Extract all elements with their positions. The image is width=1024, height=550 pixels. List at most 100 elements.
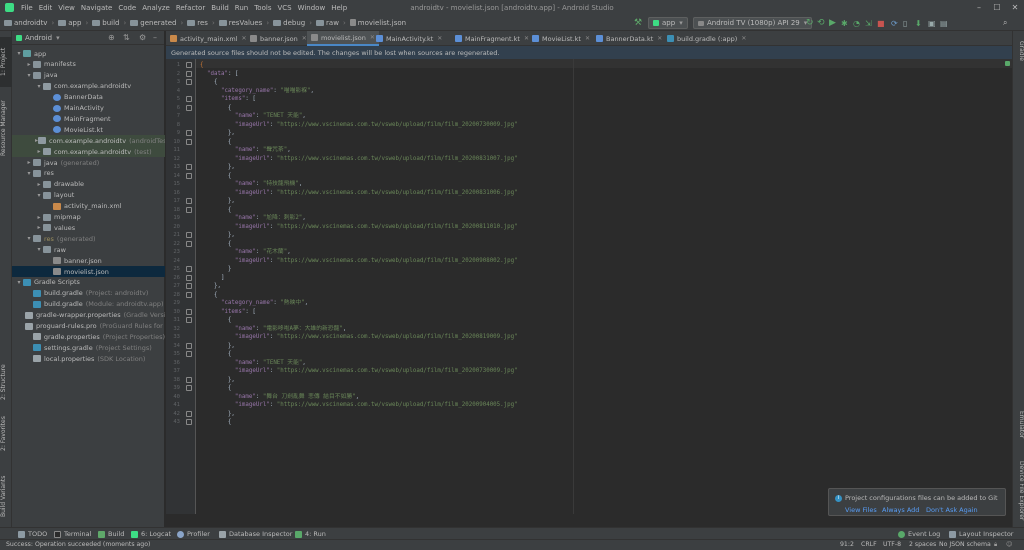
chevron-down-icon[interactable]: ▾	[35, 83, 43, 90]
file-encoding[interactable]: UTF-8	[883, 541, 901, 548]
fold-marker-icon[interactable]	[186, 138, 192, 145]
breadcrumb-item[interactable]: debug	[273, 19, 305, 27]
run-icon[interactable]: ▶	[829, 17, 836, 29]
tree-item[interactable]: ▸ drawable	[12, 179, 165, 190]
code-editor[interactable]: { "data": [ { "category_name": "喵喵影褓", "…	[196, 59, 1012, 514]
menu-build[interactable]: Build	[208, 4, 232, 12]
status-message[interactable]: Success: Operation succeeded (moments ag…	[6, 541, 150, 548]
breadcrumb-item[interactable]: androidtv	[4, 19, 47, 27]
profile-icon[interactable]: ◔	[853, 17, 860, 29]
emulator-tool-button[interactable]: Emulator	[1013, 411, 1024, 456]
chevron-down-icon[interactable]: ▾	[25, 235, 33, 242]
sync-gradle-icon[interactable]: ⟳	[891, 17, 898, 29]
fold-marker-icon[interactable]	[186, 70, 192, 77]
fold-marker-icon[interactable]	[186, 342, 192, 349]
fold-marker-icon[interactable]	[186, 198, 192, 204]
inspection-ok-icon[interactable]	[1005, 61, 1010, 66]
breadcrumb-item[interactable]: app	[58, 19, 81, 27]
tree-item[interactable]: ▾ app	[12, 48, 165, 59]
fold-marker-icon[interactable]	[186, 79, 192, 85]
chevron-down-icon[interactable]: ▾	[25, 72, 33, 79]
chevron-right-icon[interactable]: ▸	[35, 224, 43, 231]
tree-item[interactable]: BannerData	[12, 92, 165, 103]
resource-manager-tool-button[interactable]: Resource Manager	[0, 91, 12, 166]
breadcrumb-item[interactable]: build	[92, 19, 119, 27]
close-window-icon[interactable]: ✕	[1006, 0, 1024, 15]
fold-marker-icon[interactable]	[186, 240, 192, 247]
breadcrumb-item[interactable]: raw	[316, 19, 339, 27]
menu-analyze[interactable]: Analyze	[139, 4, 173, 12]
fold-marker-icon[interactable]	[186, 232, 192, 238]
project-view-selector[interactable]: Android	[25, 34, 52, 42]
breadcrumb-item[interactable]: resValues	[218, 19, 262, 27]
debug-icon[interactable]: ✱	[841, 17, 848, 29]
fold-marker-icon[interactable]	[186, 274, 192, 281]
close-tab-icon[interactable]: ✕	[585, 35, 590, 42]
close-tab-icon[interactable]: ✕	[437, 35, 442, 42]
hide-panel-icon[interactable]: –	[153, 33, 157, 42]
fold-marker-icon[interactable]	[186, 385, 192, 391]
close-tab-icon[interactable]: ✕	[741, 35, 746, 42]
fold-marker-icon[interactable]	[186, 376, 192, 383]
fold-marker-icon[interactable]	[186, 266, 192, 272]
build-variants-tool-button[interactable]: Build Variants	[0, 469, 12, 524]
search-everywhere-icon[interactable]: ⌕	[1003, 17, 1007, 29]
chevron-right-icon[interactable]: ▸	[35, 148, 43, 155]
apply-code-changes-icon[interactable]: ⟲	[817, 17, 825, 29]
tree-item[interactable]: settings.gradle (Project Settings)	[12, 342, 165, 353]
editor-tab[interactable]: MainFragment.kt ✕	[451, 31, 533, 46]
fold-marker-icon[interactable]	[186, 419, 192, 425]
editor-tab[interactable]: MovieList.kt ✕	[528, 31, 594, 46]
view-files-link[interactable]: View Files	[845, 506, 877, 514]
breadcrumb-item[interactable]: res	[187, 19, 208, 27]
fold-marker-icon[interactable]	[186, 308, 192, 315]
chevron-down-icon[interactable]: ▾	[35, 246, 43, 253]
structure-tool-button[interactable]: 2: Structure	[0, 361, 12, 403]
fold-marker-icon[interactable]	[186, 410, 192, 417]
fold-marker-icon[interactable]	[186, 206, 192, 213]
editor-tab[interactable]: MainActivity.kt ✕	[372, 31, 446, 46]
tree-item[interactable]: ▾ res	[12, 168, 165, 179]
menu-vcs[interactable]: VCS	[274, 4, 294, 12]
editor-tab[interactable]: build.gradle (:app) ✕	[663, 31, 750, 46]
tree-item[interactable]: ▸ values	[12, 222, 165, 233]
tree-item[interactable]: ▾ Gradle Scripts	[12, 277, 165, 288]
hammer-icon[interactable]: ⚒	[634, 17, 642, 29]
tree-item[interactable]: MainActivity	[12, 103, 165, 114]
tree-item[interactable]: movielist.json	[12, 266, 165, 277]
fold-marker-icon[interactable]	[186, 351, 192, 357]
tree-item[interactable]: ▸ java (generated)	[12, 157, 165, 168]
tree-item[interactable]: ▸ manifests	[12, 59, 165, 70]
locate-file-icon[interactable]: ⊕	[108, 33, 115, 42]
collapse-all-icon[interactable]: ⇅	[123, 33, 130, 42]
fold-marker-icon[interactable]	[186, 104, 192, 111]
device-manager-icon[interactable]: ▤	[940, 17, 948, 29]
layout-inspector-icon[interactable]: ▣	[928, 17, 936, 29]
menu-help[interactable]: Help	[328, 4, 350, 12]
run-config-selector[interactable]: app ▾	[648, 17, 688, 29]
tree-item[interactable]: ▾ java	[12, 70, 165, 81]
menu-run[interactable]: Run	[232, 4, 251, 12]
chevron-down-icon[interactable]: ▾	[15, 50, 23, 57]
fold-marker-icon[interactable]	[186, 96, 192, 102]
always-add-link[interactable]: Always Add	[882, 506, 919, 514]
stop-icon[interactable]: ■	[877, 17, 885, 29]
menu-window[interactable]: Window	[295, 4, 329, 12]
menu-tools[interactable]: Tools	[251, 4, 274, 12]
editor-tab[interactable]: activity_main.xml ✕	[166, 31, 251, 46]
menu-view[interactable]: View	[55, 4, 78, 12]
chevron-right-icon[interactable]: ▸	[35, 214, 43, 221]
tree-item[interactable]: ▸ mipmap	[12, 212, 165, 223]
close-tab-icon[interactable]: ✕	[657, 35, 662, 42]
tree-item[interactable]: build.gradle (Module: androidtv.app)	[12, 299, 165, 310]
device-file-explorer-tool-button[interactable]: Device File Explorer	[1013, 461, 1024, 527]
fold-marker-icon[interactable]	[186, 130, 192, 136]
chevron-right-icon[interactable]: ▸	[25, 61, 33, 68]
fold-marker-icon[interactable]	[186, 172, 192, 179]
menu-edit[interactable]: Edit	[36, 4, 56, 12]
tree-item[interactable]: proguard-rules.pro(ProGuard Rules for an…	[12, 321, 165, 332]
tree-item[interactable]: build.gradle (Project: androidtv)	[12, 288, 165, 299]
editor-tab[interactable]: banner.json ✕	[246, 31, 311, 46]
chevron-down-icon[interactable]: ▾	[15, 279, 23, 286]
maximize-icon[interactable]: ☐	[988, 0, 1006, 15]
